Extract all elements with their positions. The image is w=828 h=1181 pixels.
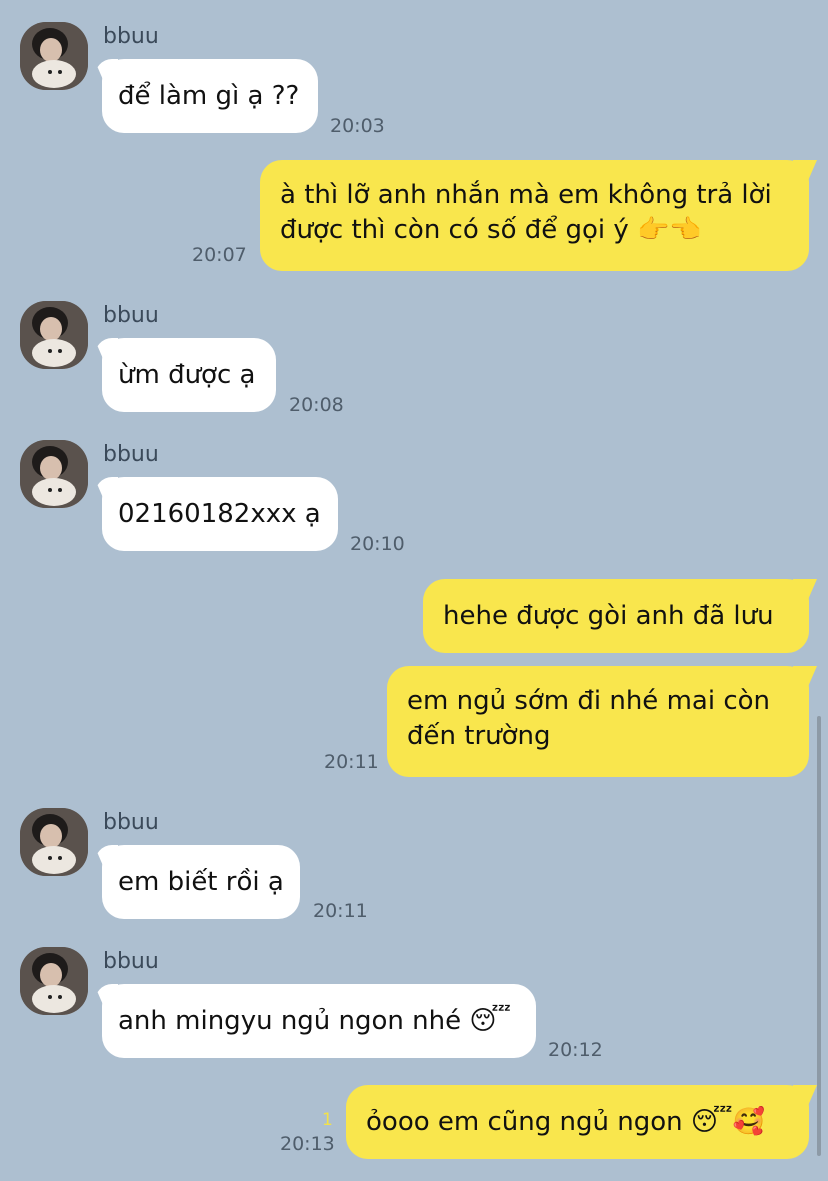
message-text: anh mingyu ngủ ngon nhé 😴 xyxy=(118,1006,512,1036)
avatar[interactable] xyxy=(20,440,88,508)
message-bubble-outgoing[interactable]: hehe được gòi anh đã lưu xyxy=(423,579,809,653)
sender-name: bbuu xyxy=(103,442,159,467)
message-time: 20:07 xyxy=(192,244,247,266)
message-time: 20:11 xyxy=(324,751,379,773)
message-bubble-outgoing[interactable]: à thì lỡ anh nhắn mà em không trả lời đư… xyxy=(260,160,809,271)
message-text: ỏooo em cũng ngủ ngon 😴🥰 xyxy=(366,1107,765,1137)
message-bubble-incoming[interactable]: anh mingyu ngủ ngon nhé 😴 xyxy=(102,984,536,1058)
message-text: hehe được gòi anh đã lưu xyxy=(443,601,774,631)
unread-count: 1 xyxy=(322,1110,333,1130)
avatar-image xyxy=(20,808,88,876)
avatar-image xyxy=(20,301,88,369)
message-time: 20:08 xyxy=(289,394,344,416)
avatar-image xyxy=(20,22,88,90)
avatar[interactable] xyxy=(20,947,88,1015)
message-time: 20:13 xyxy=(280,1133,335,1155)
message-text: em biết rồi ạ xyxy=(118,867,284,897)
avatar[interactable] xyxy=(20,808,88,876)
message-time: 20:10 xyxy=(350,533,405,555)
message-bubble-incoming[interactable]: ừm được ạ xyxy=(102,338,276,412)
message-bubble-outgoing[interactable]: em ngủ sớm đi nhé mai còn đến trường xyxy=(387,666,809,777)
message-text: 02160182xxx ạ xyxy=(118,499,321,529)
avatar[interactable] xyxy=(20,22,88,90)
chat-room: bbuu để làm gì ạ ?? 20:03 20:07 à thì lỡ… xyxy=(0,0,828,1181)
message-text: em ngủ sớm đi nhé mai còn đến trường xyxy=(407,686,770,751)
avatar[interactable] xyxy=(20,301,88,369)
message-bubble-outgoing[interactable]: ỏooo em cũng ngủ ngon 😴🥰 xyxy=(346,1085,809,1159)
scrollbar[interactable] xyxy=(817,716,821,1156)
avatar-image xyxy=(20,440,88,508)
message-time: 20:03 xyxy=(330,115,385,137)
message-text: để làm gì ạ ?? xyxy=(118,81,300,111)
sender-name: bbuu xyxy=(103,949,159,974)
message-text: à thì lỡ anh nhắn mà em không trả lời đư… xyxy=(280,180,772,245)
message-text: ừm được ạ xyxy=(118,360,256,390)
message-time: 20:12 xyxy=(548,1039,603,1061)
sender-name: bbuu xyxy=(103,810,159,835)
message-time: 20:11 xyxy=(313,900,368,922)
message-bubble-incoming[interactable]: em biết rồi ạ xyxy=(102,845,300,919)
message-bubble-incoming[interactable]: để làm gì ạ ?? xyxy=(102,59,318,133)
sender-name: bbuu xyxy=(103,24,159,49)
sender-name: bbuu xyxy=(103,303,159,328)
avatar-image xyxy=(20,947,88,1015)
message-bubble-incoming[interactable]: 02160182xxx ạ xyxy=(102,477,338,551)
